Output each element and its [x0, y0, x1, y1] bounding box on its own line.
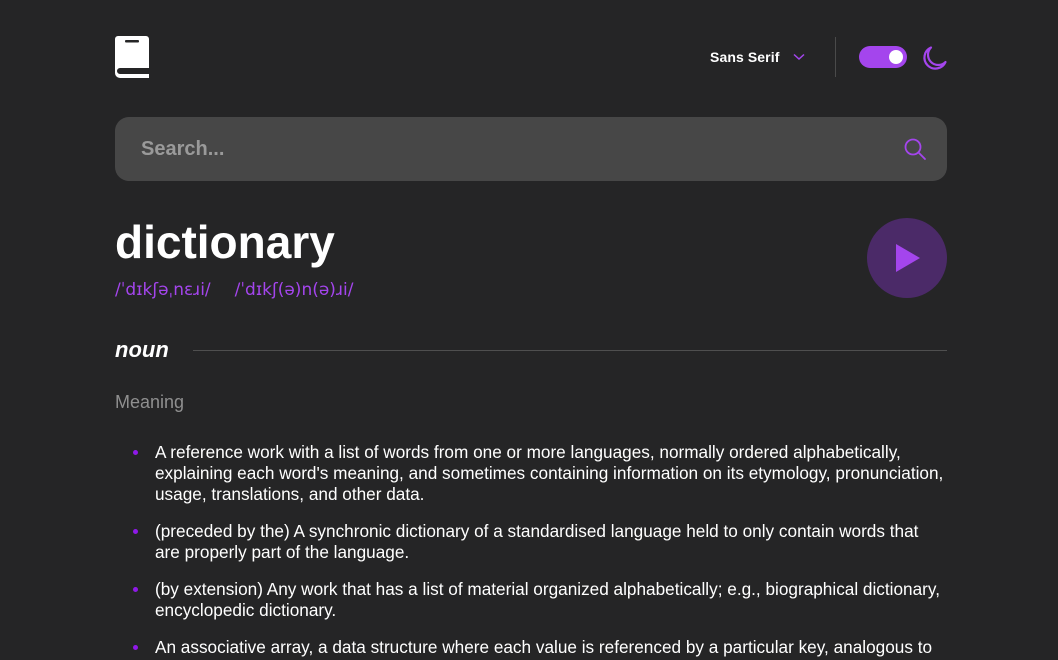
phonetics: /ˈdɪkʃəˌnɛɹi/ /ˈdɪkʃ(ə)n(ə)ɹi/ — [115, 280, 353, 300]
dictionary-app: Sans Serif dictionary /ˈdɪkʃəˌnɛɹi//ˈdɪk… — [0, 0, 1058, 660]
header-divider — [835, 37, 836, 77]
definition-text: An associative array, a data structure w… — [155, 637, 933, 657]
phonetic-text: /ˈdɪkʃəˌnɛɹi/ — [115, 280, 211, 300]
part-of-speech-row: noun — [115, 336, 947, 364]
moon-icon — [923, 46, 947, 70]
meaning-label: Meaning — [115, 392, 185, 412]
word-title: dictionary — [115, 216, 335, 268]
font-family-label: Sans Serif — [710, 49, 780, 65]
definition-text: A reference work with a list of words fr… — [155, 442, 944, 504]
font-family-select[interactable]: Sans Serif — [710, 47, 805, 67]
definition-item: An associative array, a data structure w… — [133, 637, 948, 658]
part-of-speech: noun — [115, 337, 169, 362]
chevron-down-icon — [793, 53, 805, 61]
definition-item: (by extension) Any work that has a list … — [133, 579, 948, 621]
search-input[interactable] — [141, 117, 881, 181]
definition-list: A reference work with a list of words fr… — [133, 442, 948, 660]
phonetic-text: /ˈdɪkʃ(ə)n(ə)ɹi/ — [234, 280, 354, 300]
bullet-icon — [133, 450, 138, 455]
toggle-knob — [889, 50, 903, 64]
definition-item: (preceded by the) A synchronic dictionar… — [133, 521, 948, 563]
book-icon[interactable] — [115, 36, 149, 78]
bullet-icon — [133, 529, 138, 534]
definition-text: (by extension) Any work that has a list … — [155, 579, 940, 620]
definition-item: A reference work with a list of words fr… — [133, 442, 948, 505]
theme-toggle[interactable] — [859, 46, 907, 68]
section-divider — [192, 349, 947, 351]
bullet-icon — [133, 587, 138, 592]
play-icon — [896, 244, 920, 272]
play-pronunciation-button[interactable] — [867, 218, 947, 298]
definition-text: (preceded by the) A synchronic dictionar… — [155, 521, 919, 562]
bullet-icon — [133, 645, 138, 650]
search-bar — [115, 117, 947, 181]
search-icon[interactable] — [903, 137, 927, 161]
